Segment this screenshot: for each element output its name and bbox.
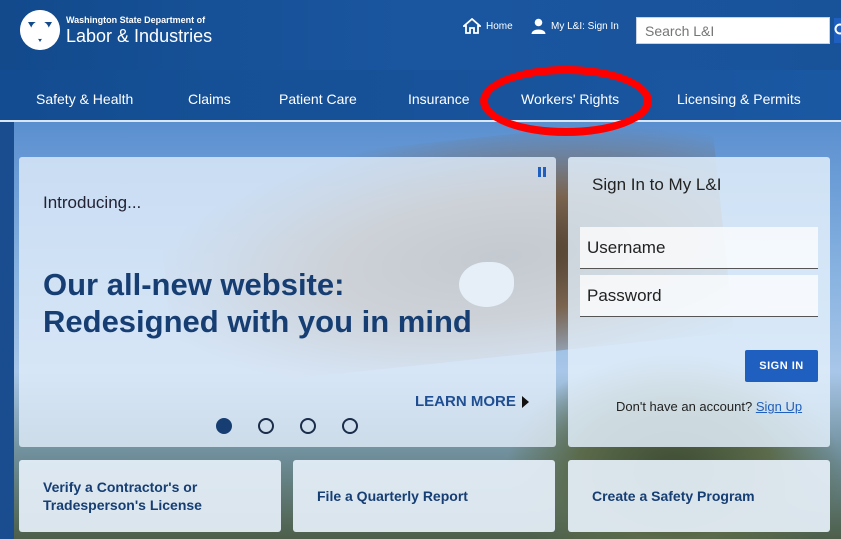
site-header: Washington State Department of Labor & I… [0,0,841,70]
username-field [580,227,818,269]
signin-panel: Sign In to My L&I SIGN IN Don't have an … [568,157,830,447]
carousel-dot-3[interactable] [300,418,316,434]
signin-title: Sign In to My L&I [592,175,722,194]
tile-verify-contractor[interactable]: Verify a Contractor's or Tradesperson's … [19,460,281,532]
tile-create-safety-program[interactable]: Create a Safety Program [568,460,830,532]
home-link[interactable]: Home [463,18,513,34]
main-nav: Safety & Health Claims Patient Care Insu… [0,70,841,122]
feature-intro: Introducing... [43,193,142,212]
nav-item-patient-care[interactable]: Patient Care [279,91,357,107]
carousel-dot-4[interactable] [342,418,358,434]
nav-item-licensing-permits[interactable]: Licensing & Permits [677,91,801,107]
logo-department-line: Washington State Department of [66,14,206,25]
no-account-text: Don't have an account? Sign Up [616,399,802,414]
signup-link[interactable]: Sign Up [756,399,802,414]
tile-verify-contractor-line1: Verify a Contractor's or [43,479,198,495]
my-li-signin-link[interactable]: My L&I: Sign In [531,18,619,34]
tile-verify-contractor-line2: Tradesperson's License [43,497,202,513]
signin-button[interactable]: SIGN IN [745,350,818,382]
learn-more-link[interactable]: LEARN MORE [415,393,529,410]
nav-item-safety-health[interactable]: Safety & Health [36,91,133,107]
user-icon [531,18,546,34]
search-button[interactable] [834,18,841,43]
nav-item-insurance[interactable]: Insurance [408,91,469,107]
tile-file-quarterly-report[interactable]: File a Quarterly Report [293,460,555,532]
logo-emblem-icon [20,10,60,50]
tile-create-safety-program-label: Create a Safety Program [592,488,755,504]
search-box [636,17,841,44]
carousel-dot-2[interactable] [258,418,274,434]
carousel-dots [216,418,358,434]
my-li-signin-label: My L&I: Sign In [551,20,619,32]
home-link-label: Home [486,20,513,32]
site-logo[interactable]: Washington State Department of Labor & I… [20,8,212,52]
pause-icon[interactable] [538,167,546,177]
nav-item-claims[interactable]: Claims [188,91,231,107]
password-input[interactable] [580,275,818,316]
feature-headline-line2: Redesigned with you in mind [43,304,472,339]
feature-headline-line1: Our all-new website: [43,267,345,302]
logo-text: Washington State Department of Labor & I… [66,15,212,46]
tile-file-quarterly-report-label: File a Quarterly Report [317,488,468,504]
feature-headline: Our all-new website: Redesigned with you… [43,266,543,340]
carousel-dot-1[interactable] [216,418,232,434]
no-account-label: Don't have an account? [616,399,753,414]
nav-item-workers-rights[interactable]: Workers' Rights [521,91,619,107]
username-input[interactable] [580,227,818,268]
search-icon [834,23,841,35]
learn-more-label: LEARN MORE [415,393,516,410]
home-icon [463,18,481,34]
search-input[interactable] [637,18,834,43]
password-field [580,275,818,317]
triangle-right-icon [521,395,529,408]
feature-carousel: Introducing... Our all-new website: Rede… [19,157,556,447]
logo-agency-name: Labor & Industries [66,25,213,46]
